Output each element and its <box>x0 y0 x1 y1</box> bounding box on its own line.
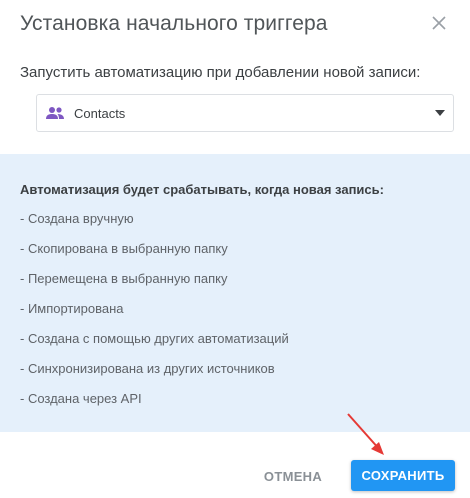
info-panel: Автоматизация будет срабатывать, когда н… <box>0 154 470 432</box>
close-icon <box>432 16 446 30</box>
select-value: Contacts <box>74 105 126 121</box>
info-item: - Синхронизирована из других источников <box>20 361 275 376</box>
info-item: - Импортирована <box>20 301 124 316</box>
info-title: Автоматизация будет срабатывать, когда н… <box>20 182 384 197</box>
people-icon <box>45 106 65 120</box>
trigger-dialog: Установка начального триггера Запустить … <box>0 0 470 498</box>
info-item: - Перемещена в выбранную папку <box>20 271 228 286</box>
info-item: - Создана с помощью других автоматизаций <box>20 331 289 346</box>
info-item: - Создана через API <box>20 391 142 406</box>
info-item: - Создана вручную <box>20 211 134 226</box>
caret-down-icon <box>435 110 445 116</box>
dialog-title: Установка начального триггера <box>20 12 328 35</box>
trigger-label: Запустить автоматизацию при добавлении н… <box>20 64 421 81</box>
annotation-arrow-icon <box>347 413 384 455</box>
close-button[interactable] <box>428 12 450 34</box>
info-item: - Скопирована в выбранную папку <box>20 241 228 256</box>
save-button[interactable]: СОХРАНИТЬ <box>351 460 455 491</box>
record-type-select[interactable]: Contacts <box>36 94 454 132</box>
cancel-button[interactable]: ОТМЕНА <box>258 460 328 492</box>
